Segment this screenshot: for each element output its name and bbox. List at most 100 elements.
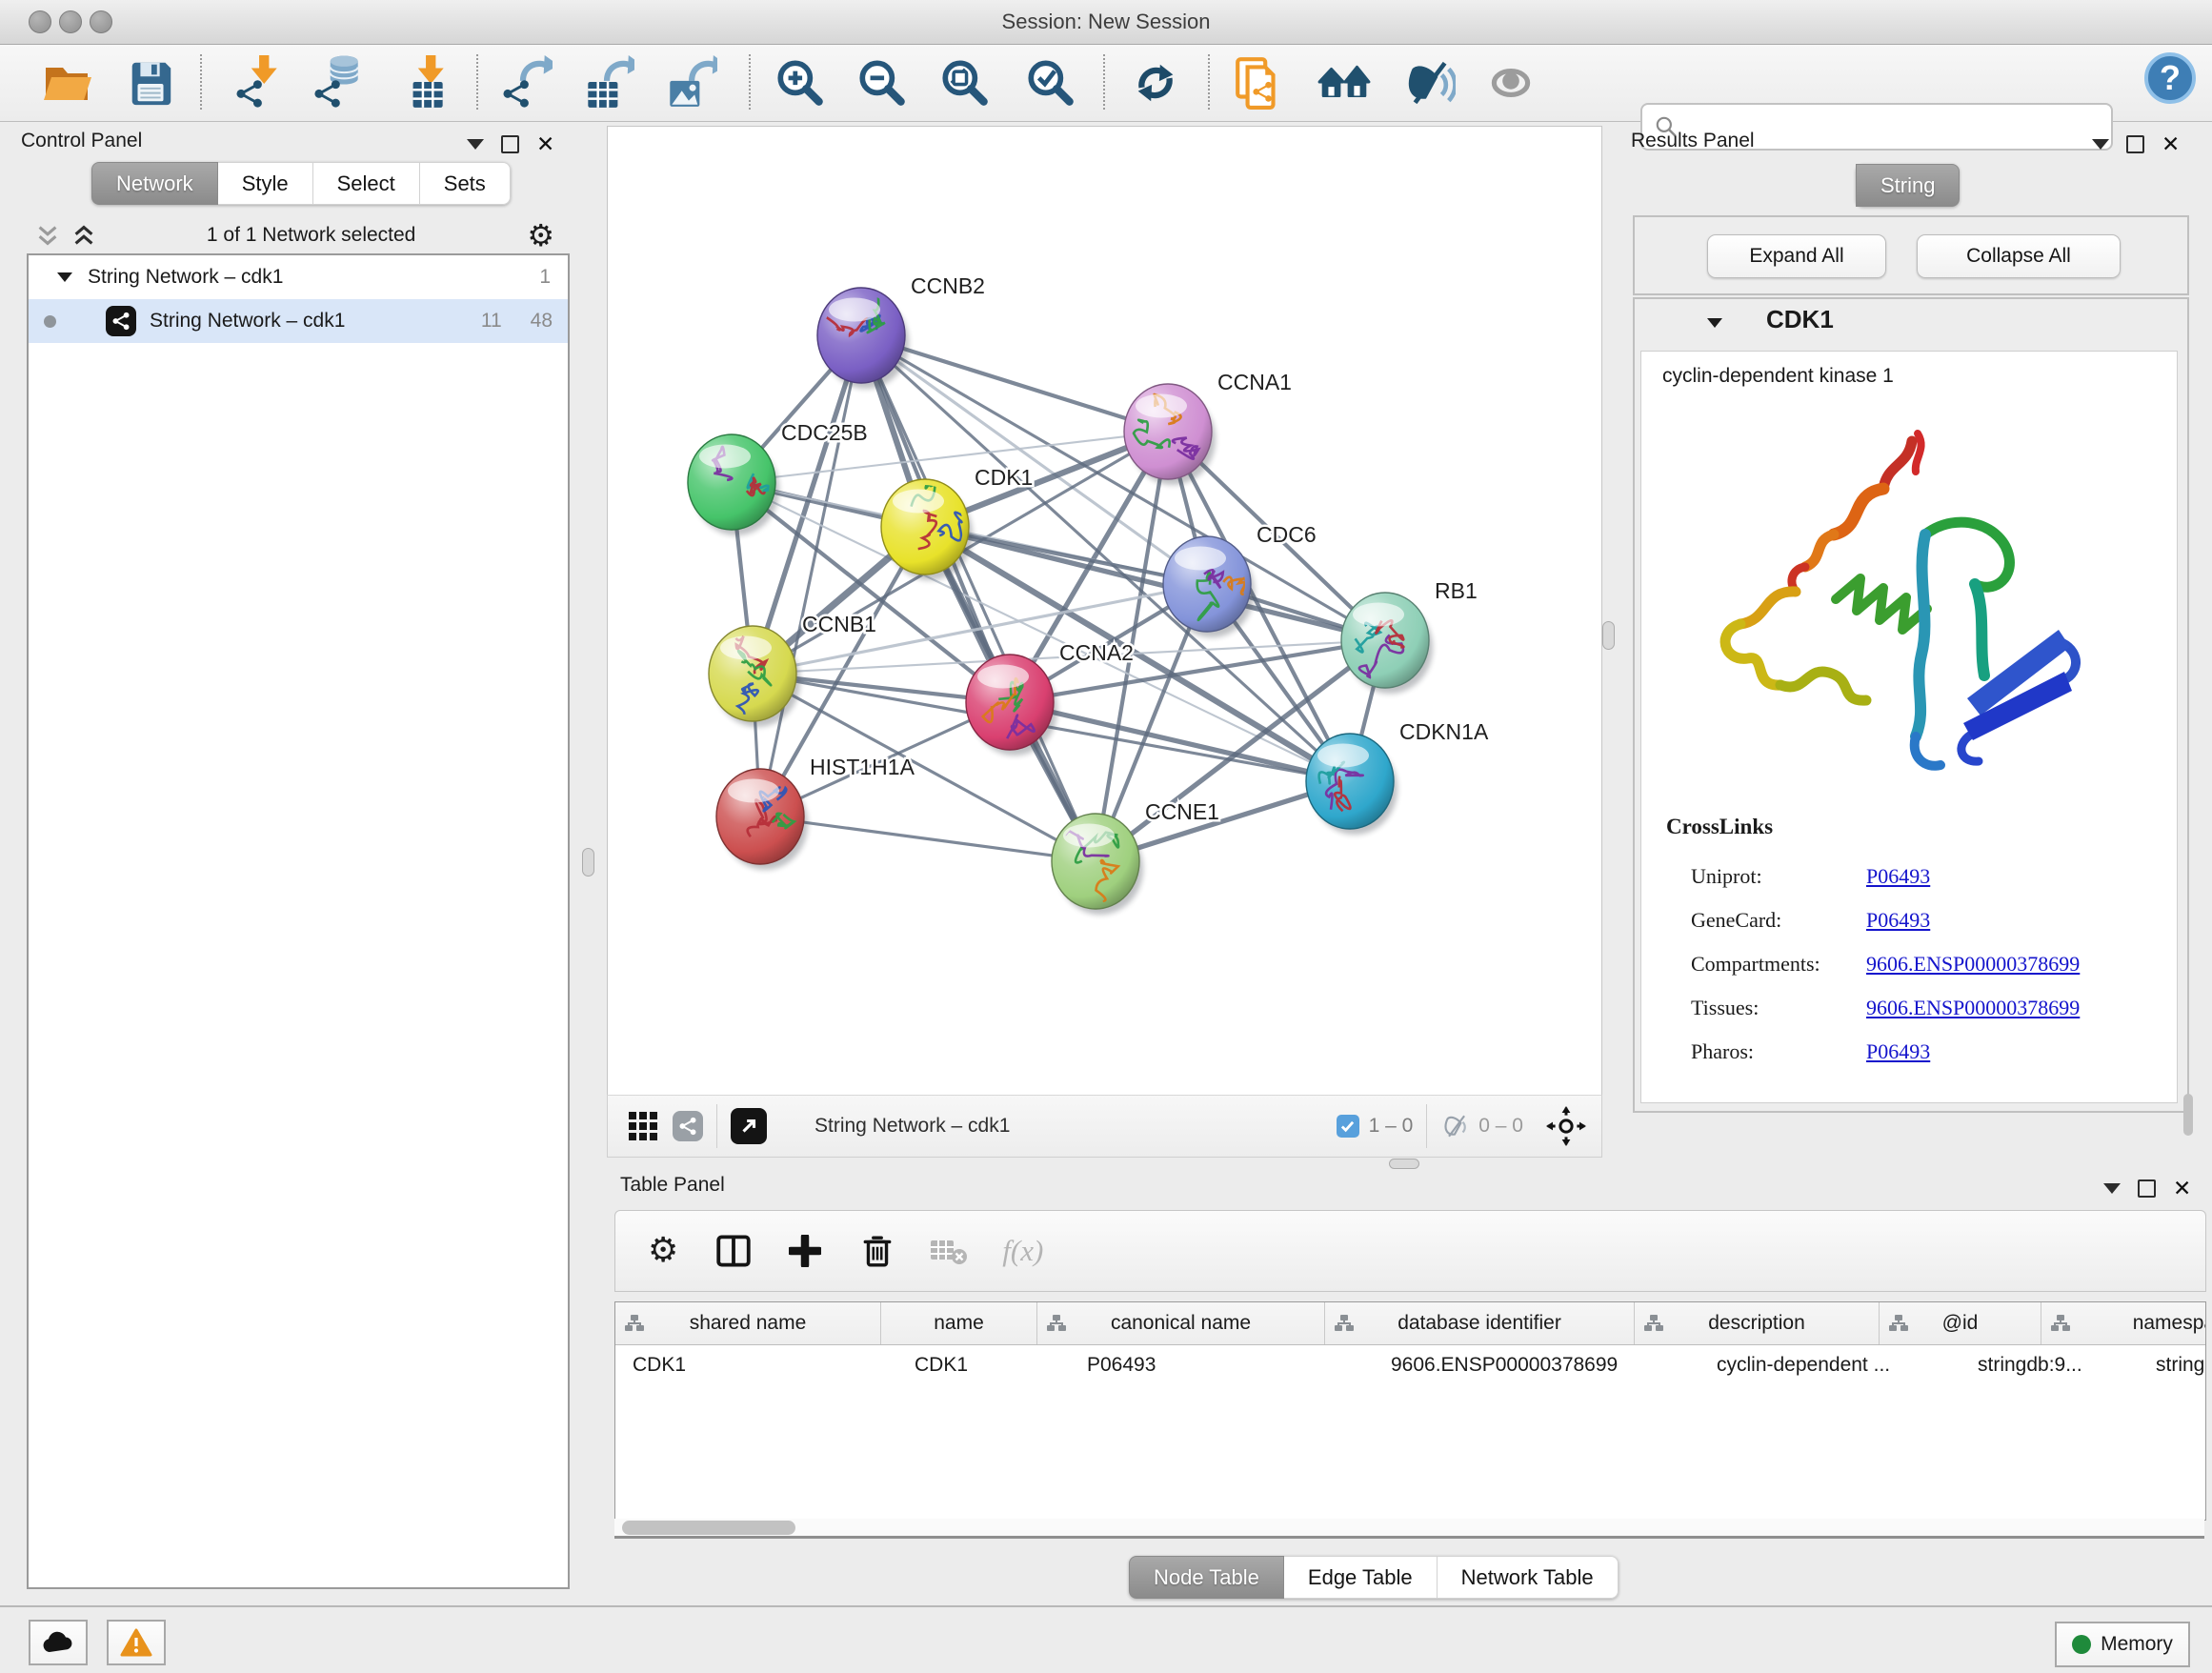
zoom-in-button[interactable]	[770, 52, 831, 113]
node-table: shared name name canonical name database…	[614, 1301, 2206, 1521]
panel-menu-icon[interactable]	[2092, 139, 2109, 150]
zoom-selected-button[interactable]	[1020, 52, 1081, 113]
crosslink-label: GeneCard:	[1691, 898, 1866, 942]
node-label-HIST1H1A: HIST1H1A	[810, 755, 915, 779]
export-network-button[interactable]	[494, 52, 555, 113]
birdseye-grid-icon[interactable]	[629, 1112, 657, 1140]
cloud-button[interactable]	[29, 1620, 88, 1665]
show-hide-graphics-button[interactable]	[1398, 52, 1458, 113]
table-hscrollbar-thumb[interactable]	[622, 1521, 795, 1535]
expand-all-button[interactable]: Expand All	[1707, 234, 1886, 278]
import-network-file-button[interactable]	[228, 52, 289, 113]
help-button[interactable]: ?	[2140, 48, 2201, 109]
crosslink-pharos-link[interactable]: P06493	[1866, 1030, 1930, 1074]
close-panel-icon[interactable]: ✕	[2173, 1181, 2191, 1196]
zoom-fit-button[interactable]	[935, 52, 995, 113]
results-scrollbar-thumb[interactable]	[2183, 1094, 2193, 1136]
crosslink-genecard-link[interactable]: P06493	[1866, 898, 1930, 942]
entry-collapse-icon[interactable]	[1707, 318, 1722, 328]
close-panel-icon[interactable]: ✕	[536, 137, 554, 151]
refresh-icon	[1130, 57, 1181, 109]
collection-expand-icon[interactable]	[57, 272, 72, 282]
homology-button[interactable]	[1314, 52, 1375, 113]
crosslink-tissues-link[interactable]: 9606.ENSP00000378699	[1866, 986, 2080, 1030]
tab-network-table[interactable]: Network Table	[1438, 1556, 1619, 1599]
import-table-icon	[397, 55, 452, 111]
right-splitter-handle[interactable]	[1602, 621, 1615, 650]
export-network-icon	[497, 55, 553, 111]
network-label: String Network – cdk1	[150, 310, 345, 333]
open-session-button[interactable]	[36, 52, 97, 113]
export-table-button[interactable]	[576, 52, 637, 113]
column-header-name[interactable]: name	[881, 1302, 1037, 1344]
delete-column-trash-icon[interactable]	[861, 1234, 894, 1268]
column-header-description[interactable]: description	[1635, 1302, 1880, 1344]
apply-layout-button[interactable]	[1125, 52, 1186, 113]
collapse-all-icon[interactable]	[36, 224, 59, 247]
show-columns-icon[interactable]	[716, 1234, 751, 1268]
table-hscrollbar	[614, 1519, 2204, 1539]
network-canvas[interactable]: CCNB2CCNA1CDC25BCDK1CDC6RB1CCNB1CCNA2CDK…	[607, 126, 1602, 1096]
expand-all-icon[interactable]	[72, 224, 95, 247]
column-header-id[interactable]: @id	[1880, 1302, 2041, 1344]
table-options-gear-icon[interactable]: ⚙	[648, 1236, 678, 1266]
toolbar-divider	[200, 54, 202, 110]
panel-menu-icon[interactable]	[467, 139, 484, 150]
selected-checkbox-icon[interactable]	[1337, 1115, 1359, 1138]
save-disk-icon	[125, 57, 176, 109]
collapse-all-button[interactable]: Collapse All	[1917, 234, 2121, 278]
create-column-plus-icon[interactable]	[789, 1235, 821, 1267]
crosslink-uniprot-link[interactable]: P06493	[1866, 855, 1930, 898]
column-header-database-identifier[interactable]: database identifier	[1325, 1302, 1635, 1344]
close-panel-icon[interactable]: ✕	[2162, 137, 2180, 151]
tab-network[interactable]: Network	[91, 162, 218, 205]
warning-icon	[120, 1628, 152, 1657]
tab-string[interactable]: String	[1856, 164, 1960, 207]
tab-edge-table[interactable]: Edge Table	[1284, 1556, 1438, 1599]
panel-menu-icon[interactable]	[2103, 1183, 2121, 1194]
tab-select[interactable]: Select	[313, 162, 420, 205]
open-in-window-icon[interactable]	[731, 1108, 767, 1144]
column-header-canonical-name[interactable]: canonical name	[1037, 1302, 1325, 1344]
column-header-namespace[interactable]: namespace	[2041, 1302, 2206, 1344]
title-bar: Session: New Session	[0, 0, 2212, 45]
float-panel-icon[interactable]	[501, 135, 519, 153]
zoom-out-button[interactable]	[852, 52, 913, 113]
crosslink-label: Uniprot:	[1691, 855, 1866, 898]
maximize-window-icon[interactable]	[90, 10, 112, 33]
network-row[interactable]: String Network – cdk1 11 48	[29, 299, 568, 343]
network-node-HIST1H1A[interactable]: HIST1H1A	[716, 755, 915, 870]
left-splitter-handle[interactable]	[582, 848, 594, 877]
export-image-button[interactable]	[659, 52, 720, 113]
network-options-gear-icon[interactable]: ⚙	[527, 220, 554, 251]
tab-sets[interactable]: Sets	[420, 162, 511, 205]
collection-count: 1	[539, 266, 551, 289]
close-window-icon[interactable]	[29, 10, 51, 33]
minimize-window-icon[interactable]	[59, 10, 82, 33]
network-node-RB1[interactable]: RB1	[1341, 578, 1478, 694]
import-table-button[interactable]	[394, 52, 455, 113]
tab-node-table[interactable]: Node Table	[1129, 1556, 1284, 1599]
crosslinks-title: CrossLinks	[1666, 815, 1773, 839]
warnings-button[interactable]	[107, 1620, 166, 1665]
zoom-selected-icon	[1023, 55, 1078, 111]
column-header-shared-name[interactable]: shared name	[615, 1302, 881, 1344]
fit-selected-crosshair-icon[interactable]	[1546, 1106, 1586, 1146]
float-panel-icon[interactable]	[2126, 135, 2144, 153]
node-label-CCNE1: CCNE1	[1145, 799, 1219, 824]
save-session-button[interactable]	[120, 52, 181, 113]
import-string-network-button[interactable]	[1229, 52, 1290, 113]
network-collection-row[interactable]: String Network – cdk1 1	[29, 255, 568, 299]
hidden-eye-slash-icon[interactable]	[1440, 1112, 1471, 1140]
float-panel-icon[interactable]	[2138, 1179, 2156, 1198]
network-node-CDKN1A[interactable]: CDKN1A	[1306, 719, 1489, 835]
memory-button[interactable]: Memory	[2055, 1622, 2190, 1667]
crosslink-compartments-link[interactable]: 9606.ENSP00000378699	[1866, 942, 2080, 986]
import-network-database-button[interactable]	[308, 52, 369, 113]
table-row[interactable]: CDK1 CDK1 P06493 9606.ENSP00000378699 cy…	[615, 1345, 2205, 1385]
network-selection-info: 1 of 1 Network selected	[95, 224, 527, 247]
tab-style[interactable]: Style	[218, 162, 313, 205]
control-panel: Control Panel ✕ Network Style Select Set…	[8, 126, 591, 1593]
network-view-toolbar: String Network – cdk1 1 – 0 0 – 0	[607, 1095, 1602, 1158]
svg-text:?: ?	[2160, 58, 2181, 97]
